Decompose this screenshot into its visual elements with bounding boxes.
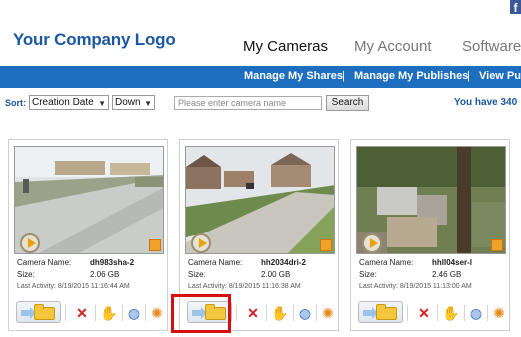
last-activity: Last Activity: 8/19/2015 11:13:00 AM: [359, 283, 472, 290]
subnav-separator: |: [342, 70, 345, 82]
toolbar: Sort: Creation Date ▼ Down ▼ Please ente…: [0, 94, 521, 114]
facebook-icon[interactable]: f: [510, 0, 521, 15]
size-label: Size:: [17, 270, 35, 279]
arrow-right-icon: [21, 307, 36, 319]
camera-actions: ✕ ✋ ◍ ✺: [13, 300, 163, 326]
share-hand-icon[interactable]: ✋: [98, 303, 120, 323]
nav-my-account[interactable]: My Account: [354, 38, 432, 55]
delete-icon[interactable]: ✕: [413, 303, 435, 323]
delete-icon[interactable]: ✕: [71, 303, 93, 323]
camera-name-value: hh2034dri-2: [261, 258, 306, 267]
camera-name-label: Camera Name:: [359, 258, 414, 267]
divider: [236, 305, 237, 321]
camera-thumbnail[interactable]: [14, 146, 164, 254]
sort-direction-select[interactable]: Down ▼: [112, 95, 155, 110]
open-folder-button[interactable]: [358, 301, 403, 323]
sort-direction-value: Down: [115, 97, 141, 108]
camera-name-value: dh983sha-2: [90, 258, 135, 267]
globe-icon[interactable]: ◍: [123, 303, 145, 323]
folder-icon: [34, 304, 55, 320]
manage-publishes-link[interactable]: Manage My Publishes: [354, 70, 468, 82]
size-value: 2.06 GB: [90, 270, 120, 279]
subnav-separator: |: [467, 70, 470, 82]
camera-search-input[interactable]: Please enter camera name: [174, 96, 322, 110]
camera-name-label: Camera Name:: [188, 258, 243, 267]
camera-thumbnail[interactable]: [356, 146, 506, 254]
play-icon[interactable]: [362, 233, 382, 253]
main-nav: My Cameras My Account Software: [0, 38, 521, 62]
open-folder-button[interactable]: [16, 301, 61, 323]
divider: [266, 305, 267, 321]
search-button[interactable]: Search: [326, 95, 369, 111]
size-value: 2.46 GB: [432, 270, 462, 279]
globe-icon[interactable]: ◍: [465, 303, 487, 323]
camera-card: Camera Name: dh983sha-2 Size: 2.06 GB Last…: [8, 139, 168, 331]
view-publishes-link[interactable]: View Pub: [479, 70, 521, 82]
sort-label: Sort:: [5, 98, 26, 108]
last-activity: Last Activity: 8/19/2015 11:16:44 AM: [17, 283, 130, 290]
chevron-down-icon: ▼: [144, 99, 152, 108]
last-activity: Last Activity: 8/19/2015 11:16:38 AM: [188, 283, 301, 290]
divider: [95, 305, 96, 321]
publish-badge-icon: [149, 239, 161, 251]
camera-count-text: You have 340: [454, 97, 518, 108]
camera-thumbnail[interactable]: [185, 146, 335, 254]
chevron-down-icon: ▼: [98, 99, 106, 108]
sort-field-value: Creation Date: [32, 97, 94, 108]
sub-nav-bar: Manage My Shares | Manage My Publishes |…: [0, 66, 521, 88]
arrow-right-icon: [363, 307, 378, 319]
divider: [407, 305, 408, 321]
nav-my-cameras[interactable]: My Cameras: [243, 38, 328, 55]
gear-icon[interactable]: ✺: [488, 303, 510, 323]
play-icon[interactable]: [191, 233, 211, 253]
camera-actions: ✕ ✋ ◍ ✺: [355, 300, 505, 326]
nav-software[interactable]: Software: [462, 38, 521, 55]
divider: [437, 305, 438, 321]
share-hand-icon[interactable]: ✋: [440, 303, 462, 323]
globe-icon[interactable]: ◍: [294, 303, 316, 323]
divider: [65, 305, 66, 321]
gear-icon[interactable]: ✺: [146, 303, 168, 323]
folder-icon: [376, 304, 397, 320]
highlight-box: [171, 294, 231, 333]
publish-badge-icon: [491, 239, 503, 251]
gear-icon[interactable]: ✺: [317, 303, 339, 323]
camera-name-value: hhll04ser-l: [432, 258, 473, 267]
size-label: Size:: [359, 270, 377, 279]
publish-badge-icon: [320, 239, 332, 251]
share-hand-icon[interactable]: ✋: [269, 303, 291, 323]
delete-icon[interactable]: ✕: [242, 303, 264, 323]
manage-shares-link[interactable]: Manage My Shares: [244, 70, 343, 82]
size-value: 2.00 GB: [261, 270, 291, 279]
play-icon[interactable]: [20, 233, 40, 253]
size-label: Size:: [188, 270, 206, 279]
camera-name-label: Camera Name:: [17, 258, 72, 267]
sort-field-select[interactable]: Creation Date ▼: [29, 95, 109, 110]
camera-card: Camera Name: hhll04ser-l Size: 2.46 GB Las…: [350, 139, 510, 331]
